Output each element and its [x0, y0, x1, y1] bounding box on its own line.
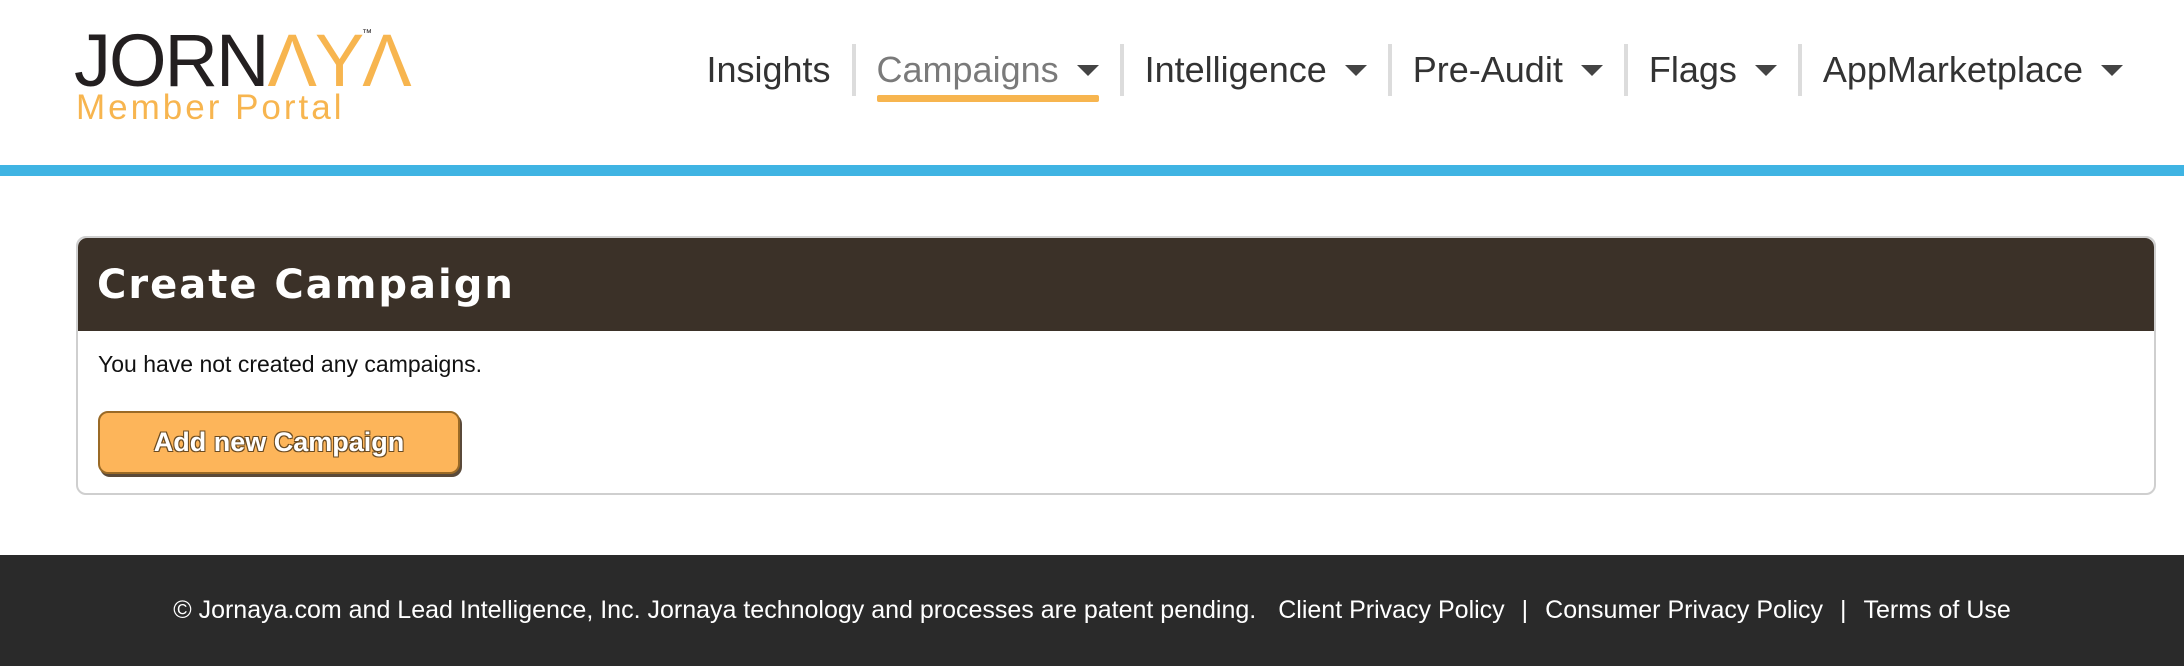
nav-item-campaigns[interactable]: Campaigns — [856, 42, 1120, 102]
footer-separator: | — [1840, 596, 1847, 624]
header-accent-bar — [0, 165, 2184, 176]
client-privacy-policy-link[interactable]: Client Privacy Policy — [1278, 596, 1504, 625]
logo-wordmark: JORNΛYΛ — [74, 19, 412, 102]
create-campaign-panel: Create Campaign You have not created any… — [76, 236, 2156, 495]
logo-subtitle: Member Portal — [76, 88, 345, 127]
header: JORNΛYΛ ™ Member Portal Insights Campaig… — [0, 0, 2184, 165]
chevron-down-icon — [1754, 64, 1777, 76]
logo-trademark: ™ — [362, 28, 372, 39]
footer-copyright: © Jornaya.com and Lead Intelligence, Inc… — [173, 596, 1257, 624]
main-nav: Insights Campaigns Intelligence Pre-Audi… — [685, 40, 2144, 102]
chevron-down-icon — [1076, 64, 1099, 76]
terms-of-use-link[interactable]: Terms of Use — [1864, 596, 2011, 625]
footer-separator: | — [1521, 596, 1529, 624]
footer: © Jornaya.com and Lead Intelligence, Inc… — [0, 555, 2184, 666]
nav-item-flags[interactable]: Flags — [1628, 42, 1798, 98]
nav-item-appmarketplace[interactable]: AppMarketplace — [1802, 42, 2144, 98]
consumer-privacy-policy-link[interactable]: Consumer Privacy Policy — [1545, 596, 1823, 625]
panel-body: You have not created any campaigns. Add … — [78, 331, 2154, 474]
chevron-down-icon — [1580, 64, 1603, 76]
nav-item-pre-audit[interactable]: Pre-Audit — [1392, 42, 1624, 98]
jornaya-logo[interactable]: JORNΛYΛ ™ Member Portal — [74, 24, 412, 128]
panel-header: Create Campaign — [78, 238, 2154, 331]
chevron-down-icon — [1344, 64, 1367, 76]
chevron-down-icon — [2101, 64, 2123, 76]
page-title: Create Campaign — [97, 261, 515, 308]
add-new-campaign-button[interactable]: Add new Campaign — [98, 411, 460, 474]
nav-item-intelligence[interactable]: Intelligence — [1124, 42, 1388, 98]
nav-item-insights[interactable]: Insights — [685, 42, 851, 98]
empty-state-message: You have not created any campaigns. — [98, 351, 483, 377]
